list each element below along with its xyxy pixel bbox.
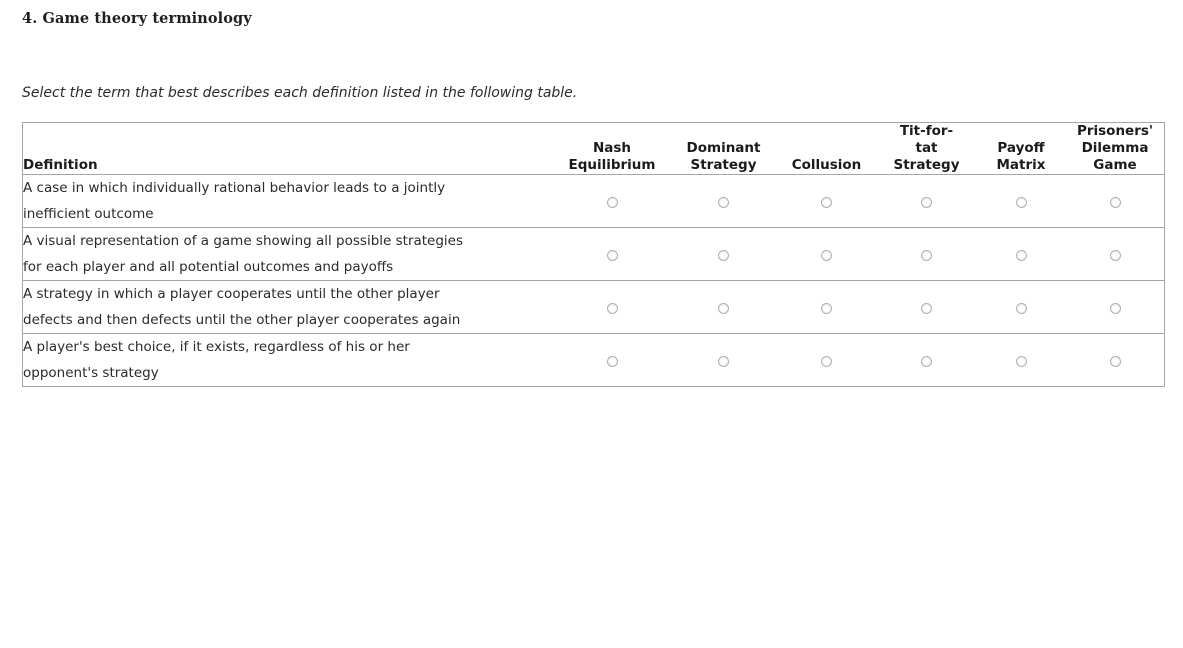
radio-cell-tit-for-tat-strategy[interactable] [877, 227, 976, 281]
radio-cell-collusion[interactable] [776, 227, 877, 281]
column-header-definition: Definition [23, 123, 553, 175]
definition-line: A player's best choice, if it exists, re… [23, 339, 410, 355]
table-row: A strategy in which a player cooperates … [23, 280, 1164, 334]
radio-row-dominant-strategy-payoff-matrix[interactable] [1015, 355, 1027, 367]
radio-cell-dominant-strategy[interactable] [671, 334, 776, 387]
definition-line: A strategy in which a player cooperates … [23, 286, 440, 302]
column-header-line: Dominant [686, 140, 761, 156]
column-header-prisoners-dilemma-game: Prisoners' Dilemma Game [1066, 123, 1164, 175]
radio-cell-payoff-matrix[interactable] [976, 174, 1066, 228]
page-title: 4. Game theory terminology [22, 10, 252, 27]
radio-row-dominant-strategy-nash-equilibrium[interactable] [606, 355, 618, 367]
definition-line: for each player and all potential outcom… [23, 259, 394, 275]
radio-cell-dominant-strategy[interactable] [671, 227, 776, 281]
definition-cell: A visual representation of a game showin… [23, 227, 553, 281]
radio-row-tit-for-tat-prisoners-dilemma-game[interactable] [1109, 302, 1121, 314]
column-header-line: Nash [592, 140, 632, 156]
radio-cell-payoff-matrix[interactable] [976, 280, 1066, 334]
radio-cell-prisoners-dilemma-game[interactable] [1066, 280, 1164, 334]
radio-cell-tit-for-tat-strategy[interactable] [877, 280, 976, 334]
definition-cell: A player's best choice, if it exists, re… [23, 334, 553, 387]
radio-cell-collusion[interactable] [776, 280, 877, 334]
table-header-row: Definition Nash Equilibrium Dominant Strat… [23, 123, 1164, 175]
radio-row-dominant-strategy-collusion[interactable] [821, 355, 832, 367]
radio-row-payoff-matrix-nash-equilibrium[interactable] [606, 249, 618, 261]
definition-line: defects and then defects until the other… [23, 312, 461, 328]
radio-cell-prisoners-dilemma-game[interactable] [1066, 227, 1164, 281]
radio-row-tit-for-tat-tit-for-tat-strategy[interactable] [921, 302, 932, 314]
column-header-line: Payoff [997, 140, 1045, 156]
table-row: A case in which individually rational be… [23, 174, 1164, 228]
radio-row-tit-for-tat-dominant-strategy[interactable] [718, 302, 729, 314]
column-header-line: tat [915, 140, 938, 156]
column-header-line: Game [1093, 157, 1137, 173]
table-body: A case in which individually rational be… [23, 174, 1164, 387]
radio-cell-dominant-strategy[interactable] [671, 280, 776, 334]
radio-cell-prisoners-dilemma-game[interactable] [1066, 174, 1164, 228]
radio-cell-payoff-matrix[interactable] [976, 334, 1066, 387]
definition-cell: A case in which individually rational be… [23, 174, 553, 228]
table-head: Definition Nash Equilibrium Dominant Strat… [23, 123, 1164, 175]
column-header-line: Equilibrium [568, 157, 656, 173]
radio-row-prisoners-dilemma-tit-for-tat-strategy[interactable] [921, 196, 932, 208]
radio-row-payoff-matrix-collusion[interactable] [821, 249, 832, 261]
terminology-table-container: Definition Nash Equilibrium Dominant Strat… [22, 122, 1165, 387]
column-header-line: Matrix [996, 157, 1046, 173]
radio-cell-nash-equilibrium[interactable] [553, 174, 671, 228]
radio-cell-tit-for-tat-strategy[interactable] [877, 334, 976, 387]
column-header-line: Prisoners' [1076, 123, 1154, 139]
column-header-nash-equilibrium: Nash Equilibrium [553, 123, 671, 175]
radio-row-prisoners-dilemma-prisoners-dilemma-game[interactable] [1109, 196, 1121, 208]
radio-row-prisoners-dilemma-dominant-strategy[interactable] [718, 196, 729, 208]
instruction-text: Select the term that best describes each… [22, 85, 578, 101]
radio-cell-collusion[interactable] [776, 334, 877, 387]
radio-row-tit-for-tat-collusion[interactable] [821, 302, 832, 314]
column-header-collusion: Collusion [776, 123, 877, 175]
radio-cell-prisoners-dilemma-game[interactable] [1066, 334, 1164, 387]
terminology-matrix-table: Definition Nash Equilibrium Dominant Strat… [23, 123, 1164, 386]
radio-row-payoff-matrix-prisoners-dilemma-game[interactable] [1109, 249, 1121, 261]
table-row: A visual representation of a game showin… [23, 227, 1164, 281]
radio-row-dominant-strategy-dominant-strategy[interactable] [718, 355, 729, 367]
radio-cell-nash-equilibrium[interactable] [553, 227, 671, 281]
definition-cell: A strategy in which a player cooperates … [23, 280, 553, 334]
radio-cell-collusion[interactable] [776, 174, 877, 228]
radio-row-dominant-strategy-tit-for-tat-strategy[interactable] [921, 355, 932, 367]
column-header-payoff-matrix: Payoff Matrix [976, 123, 1066, 175]
radio-cell-payoff-matrix[interactable] [976, 227, 1066, 281]
radio-cell-tit-for-tat-strategy[interactable] [877, 174, 976, 228]
radio-row-prisoners-dilemma-collusion[interactable] [821, 196, 832, 208]
definition-line: A case in which individually rational be… [23, 180, 446, 196]
radio-row-dominant-strategy-prisoners-dilemma-game[interactable] [1109, 355, 1121, 367]
radio-row-payoff-matrix-payoff-matrix[interactable] [1015, 249, 1027, 261]
radio-cell-dominant-strategy[interactable] [671, 174, 776, 228]
definition-line: inefficient outcome [23, 206, 154, 222]
radio-cell-nash-equilibrium[interactable] [553, 280, 671, 334]
column-header-line: Strategy [893, 157, 960, 173]
definition-line: A visual representation of a game showin… [23, 233, 464, 249]
column-header-line: Tit-for- [899, 123, 954, 139]
table-row: A player's best choice, if it exists, re… [23, 334, 1164, 387]
radio-row-payoff-matrix-tit-for-tat-strategy[interactable] [921, 249, 932, 261]
radio-row-prisoners-dilemma-nash-equilibrium[interactable] [606, 196, 618, 208]
column-header-line: Strategy [690, 157, 757, 173]
question-page: 4. Game theory terminology Select the te… [0, 0, 1183, 648]
radio-row-prisoners-dilemma-payoff-matrix[interactable] [1015, 196, 1027, 208]
column-header-line: Collusion [791, 157, 862, 173]
radio-row-payoff-matrix-dominant-strategy[interactable] [718, 249, 729, 261]
radio-row-tit-for-tat-payoff-matrix[interactable] [1015, 302, 1027, 314]
radio-row-tit-for-tat-nash-equilibrium[interactable] [606, 302, 618, 314]
column-header-line: Dilemma [1081, 140, 1149, 156]
column-header-tit-for-tat-strategy: Tit-for-tat Strategy [877, 123, 976, 175]
column-header-dominant-strategy: Dominant Strategy [671, 123, 776, 175]
definition-line: opponent's strategy [23, 365, 159, 381]
radio-cell-nash-equilibrium[interactable] [553, 334, 671, 387]
